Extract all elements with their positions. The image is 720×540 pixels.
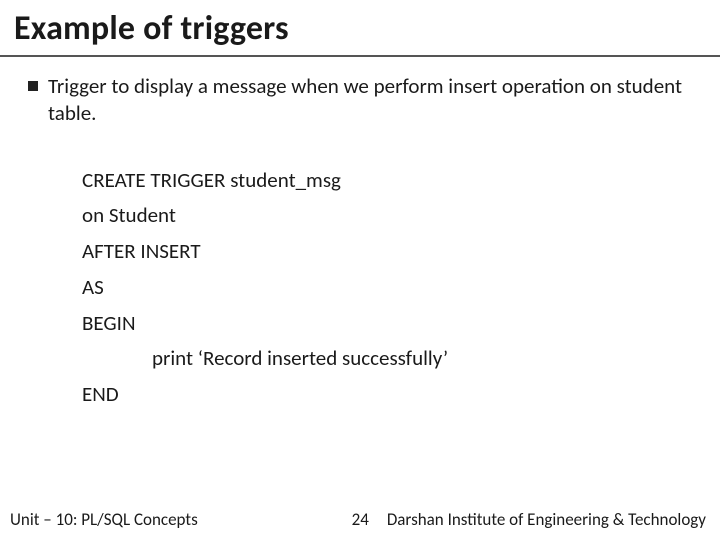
slide-title: Example of triggers <box>0 0 720 57</box>
code-line: CREATE TRIGGER student_msg <box>82 163 692 199</box>
code-line: on Student <box>82 198 692 234</box>
footer: Unit – 10: PL/SQL Concepts 24 Darshan In… <box>0 509 720 530</box>
code-line: BEGIN <box>82 306 692 342</box>
bullet-icon <box>28 81 38 91</box>
code-line: AS <box>82 270 692 306</box>
bullet-text: Trigger to display a message when we per… <box>48 73 692 127</box>
footer-page-number: 24 <box>352 509 369 530</box>
code-line-indent: print ‘Record inserted successfully’ <box>152 341 692 377</box>
code-block: CREATE TRIGGER student_msg on Student AF… <box>82 163 692 413</box>
code-line: END <box>82 377 692 413</box>
bullet-item: Trigger to display a message when we per… <box>28 73 692 127</box>
slide-body: Trigger to display a message when we per… <box>0 57 720 413</box>
slide: Example of triggers Trigger to display a… <box>0 0 720 540</box>
code-line: AFTER INSERT <box>82 234 692 270</box>
footer-unit: Unit – 10: PL/SQL Concepts <box>10 509 198 530</box>
footer-org: Darshan Institute of Engineering & Techn… <box>387 509 706 530</box>
